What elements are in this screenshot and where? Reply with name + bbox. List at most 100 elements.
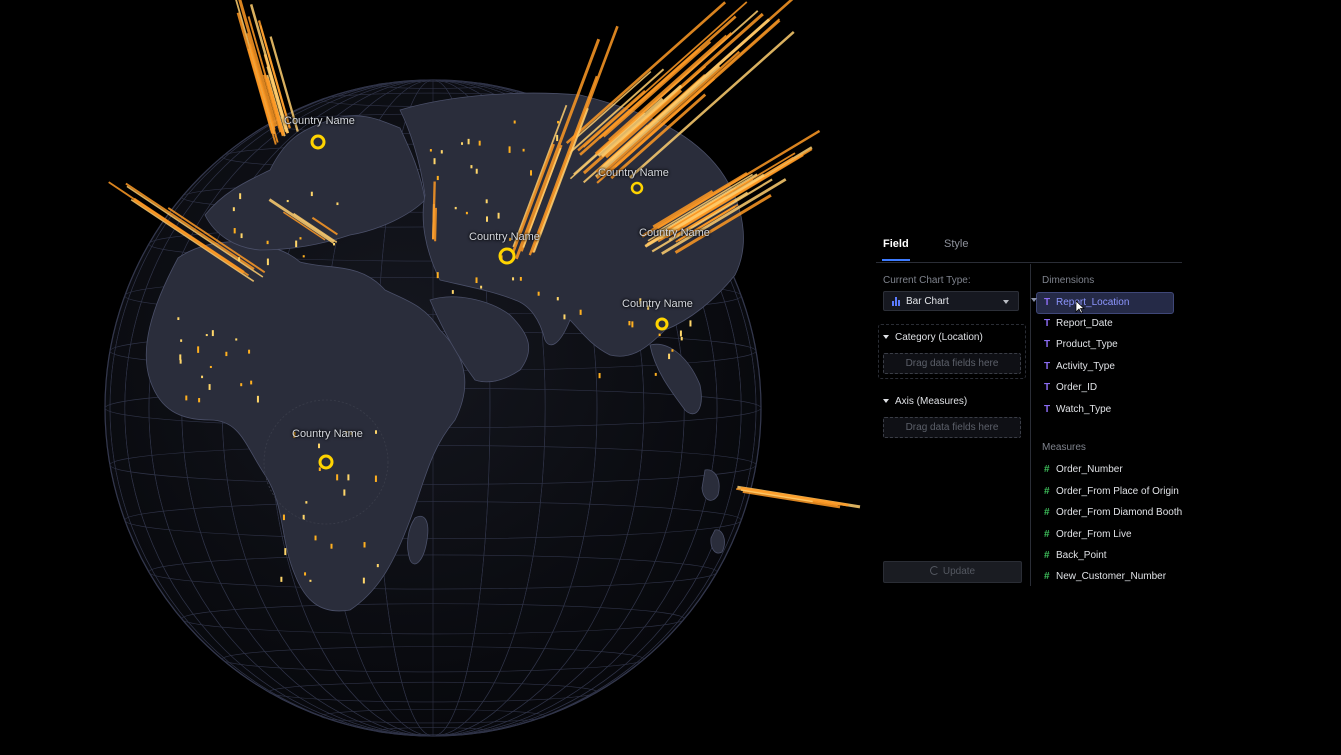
category-section-toggle[interactable]: Category (Location): [883, 332, 983, 343]
axis-section-toggle[interactable]: Axis (Measures): [883, 396, 967, 407]
globe-visualization[interactable]: [0, 0, 900, 755]
field-product-type[interactable]: T Product_Type: [1044, 339, 1118, 357]
country-name-label: Country Name: [469, 231, 540, 243]
field-back-point[interactable]: # Back_Point: [1044, 550, 1107, 568]
data-dot: [197, 346, 200, 353]
data-dot: [429, 149, 432, 152]
text-field-icon: T: [1044, 297, 1051, 308]
field-watch-type[interactable]: T Watch_Type: [1044, 404, 1111, 422]
caret-icon: [1031, 298, 1037, 302]
data-dot: [185, 395, 188, 401]
data-dot: [671, 349, 674, 352]
data-dot: [530, 170, 533, 176]
data-dot: [330, 543, 333, 549]
text-field-icon: T: [1044, 339, 1051, 350]
number-field-icon: #: [1044, 529, 1050, 540]
data-dot: [266, 240, 269, 245]
data-dot: [628, 320, 631, 326]
data-dot: [470, 165, 473, 169]
data-dot: [680, 336, 683, 341]
data-dot: [240, 383, 243, 387]
fields-column: Dimensions T Report_Location T Report_Date…: [1031, 262, 1182, 589]
field-order-from-live[interactable]: # Order_From Live: [1044, 529, 1132, 547]
data-bar: [608, 34, 727, 141]
data-dot: [309, 579, 312, 582]
refresh-icon: [929, 566, 939, 575]
field-order-from-diamond-booth[interactable]: # Order_From Diamond Booth: [1044, 507, 1182, 525]
dimensions-heading: Dimensions: [1042, 275, 1095, 286]
bar-chart-icon: [892, 297, 901, 306]
text-field-icon: T: [1044, 382, 1051, 393]
tab-field[interactable]: Field: [883, 238, 909, 250]
country-name-label: Country Name: [639, 227, 710, 239]
data-dot: [318, 443, 321, 449]
field-label: Product_Type: [1056, 339, 1118, 350]
panel-tabs: Field Style: [876, 228, 1182, 263]
field-label: Activity_Type: [1056, 361, 1115, 372]
data-dot: [598, 373, 601, 379]
data-dot: [478, 140, 481, 146]
field-label: Report_Location: [1056, 297, 1130, 308]
field-report-location[interactable]: T Report_Location: [1031, 292, 1174, 314]
data-dot: [631, 321, 634, 328]
data-dot: [362, 577, 365, 584]
field-label: New_Customer_Number: [1056, 571, 1167, 582]
update-label: Update: [942, 566, 976, 577]
chart-type-select[interactable]: Bar Chart: [883, 291, 1019, 311]
field-new-customer-number[interactable]: # New_Customer_Number: [1044, 571, 1166, 589]
data-dot: [485, 199, 488, 204]
data-dot: [522, 148, 525, 152]
data-dot: [497, 212, 500, 219]
data-dot: [563, 314, 566, 320]
data-dot: [302, 255, 305, 258]
field-order-number[interactable]: # Order_Number: [1044, 464, 1123, 482]
country-name-label: Country Name: [284, 115, 355, 127]
data-dot: [201, 375, 204, 379]
field-order-id[interactable]: T Order_ID: [1044, 382, 1097, 400]
data-dot: [440, 150, 443, 154]
data-dot: [225, 351, 228, 357]
country-name-label: Country Name: [292, 428, 363, 440]
field-report-date[interactable]: T Report_Date: [1044, 318, 1113, 336]
field-label: Order_ID: [1056, 382, 1098, 393]
data-dot: [475, 168, 478, 174]
data-dot: [284, 548, 287, 556]
tab-style[interactable]: Style: [944, 238, 968, 250]
data-dot: [376, 564, 379, 568]
field-label: Order_From Diamond Booth: [1056, 507, 1183, 518]
country-name-label: Country Name: [598, 167, 669, 179]
number-field-icon: #: [1044, 550, 1050, 561]
data-dot: [343, 489, 346, 496]
chevron-down-icon: [1003, 300, 1009, 304]
data-dot: [280, 576, 283, 582]
data-dot: [233, 228, 236, 234]
number-field-icon: #: [1044, 507, 1050, 518]
data-dot: [299, 237, 302, 240]
data-dot: [180, 339, 183, 342]
data-dot: [305, 501, 308, 504]
data-dot: [467, 138, 470, 145]
data-bar: [742, 489, 841, 509]
category-drop-zone[interactable]: Drag data fields here: [883, 353, 1021, 374]
data-dot: [310, 191, 313, 197]
field-activity-type[interactable]: T Activity_Type: [1044, 361, 1115, 379]
data-dot: [451, 290, 454, 294]
number-field-icon: #: [1044, 486, 1050, 497]
field-order-from-origin[interactable]: # Order_From Place of Origin: [1044, 486, 1179, 504]
data-dot: [205, 334, 208, 337]
text-field-icon: T: [1044, 361, 1051, 372]
data-bar: [434, 207, 437, 242]
update-button[interactable]: Update: [883, 561, 1022, 583]
data-dot: [238, 257, 241, 262]
data-dot: [295, 240, 298, 248]
collapse-icon: [883, 399, 889, 403]
data-dot: [208, 384, 211, 390]
data-dot: [198, 398, 201, 403]
axis-drop-zone[interactable]: Drag data fields here: [883, 417, 1021, 438]
number-field-icon: #: [1044, 464, 1050, 475]
field-label: Order_From Place of Origin: [1056, 486, 1179, 497]
number-field-icon: #: [1044, 571, 1050, 582]
data-dot: [454, 206, 457, 210]
data-dot: [374, 430, 377, 434]
data-dot: [179, 354, 182, 361]
